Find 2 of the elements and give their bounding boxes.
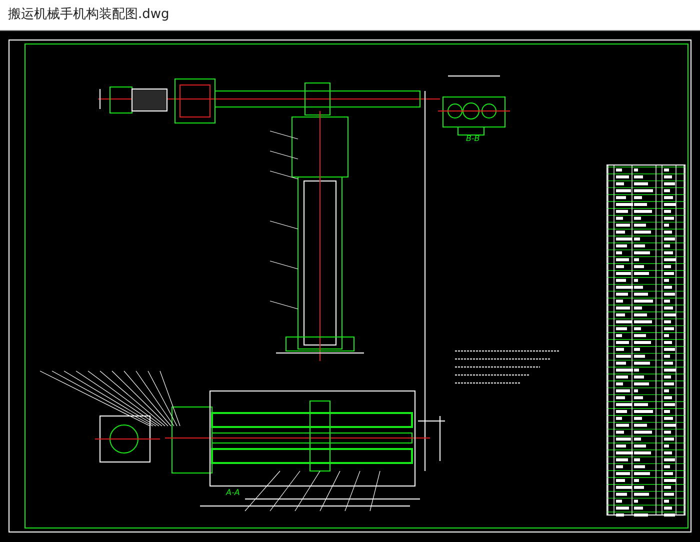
section-label: A-A: [226, 488, 240, 497]
window-title: 搬运机械手机构装配图.dwg: [8, 6, 170, 24]
